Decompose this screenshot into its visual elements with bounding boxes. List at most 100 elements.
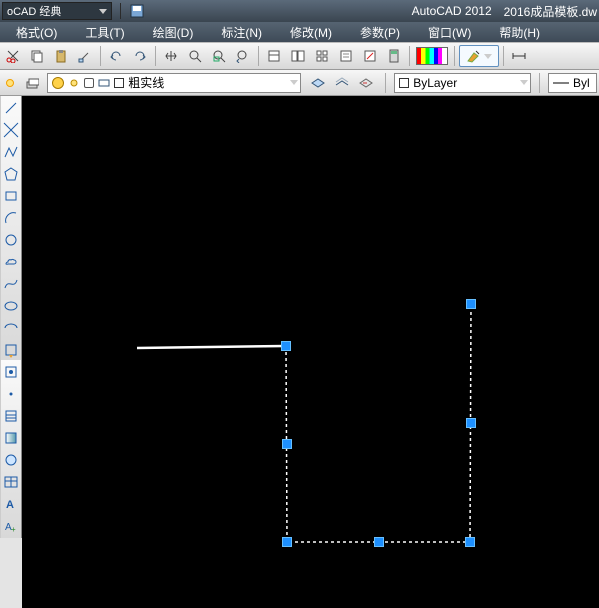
spline-icon[interactable] [1,274,21,294]
pan-icon[interactable] [160,45,182,67]
properties-bar: 粗实线 ByLayer Byl [0,70,599,96]
measure-icon[interactable] [508,45,530,67]
menu-parametric[interactable]: 参数(P) [348,24,412,41]
grip-handle[interactable] [281,341,291,351]
tool-palettes-icon[interactable] [311,45,333,67]
toolbar-separator [409,46,410,66]
layer-name: 粗实线 [128,74,164,91]
zoom-window-icon[interactable] [208,45,230,67]
undo-icon[interactable] [105,45,127,67]
svg-text:+: + [11,525,16,534]
markup-icon[interactable] [359,45,381,67]
draw-toolbar [0,96,22,362]
workspace-label: oCAD 经典 [7,3,61,19]
menu-draw[interactable]: 绘图(D) [141,24,206,41]
make-block-icon[interactable] [1,362,21,382]
match-icon[interactable] [74,45,96,67]
layer-combo-icon[interactable] [24,74,42,92]
arc-icon[interactable] [1,208,21,228]
insert-block-icon[interactable] [1,340,21,360]
sun-icon[interactable] [2,75,18,91]
grip-handle[interactable] [282,439,292,449]
title-bar: oCAD 经典 AutoCAD 2012 2016成品模板.dw [0,0,599,22]
grip-handle[interactable] [466,299,476,309]
layer-tool-icons [307,73,377,93]
lineweight-name: Byl [573,76,590,90]
lineweight-icon [553,78,569,88]
properties-icon[interactable] [263,45,285,67]
lock-icon [84,78,94,88]
bulb-icon [52,77,64,89]
standard-toolbar [0,42,599,70]
zoom-previous-icon[interactable] [232,45,254,67]
menu-help[interactable]: 帮助(H) [487,24,552,41]
grip-handle[interactable] [374,537,384,547]
sun-small-icon [68,77,80,89]
menu-tools[interactable]: 工具(T) [73,24,136,41]
rectangle-icon[interactable] [1,186,21,206]
toolbar-separator [100,46,101,66]
svg-text:A: A [6,499,14,511]
layer-dropdown[interactable]: 粗实线 [47,73,301,93]
gradient-icon[interactable] [1,428,21,448]
drawing-canvas[interactable] [22,96,599,608]
file-name: 2016成品模板.dw [504,3,597,20]
table-icon[interactable] [1,472,21,492]
divider [385,73,386,93]
grip-handle[interactable] [282,537,292,547]
construction-line-icon[interactable] [1,120,21,140]
point-icon[interactable] [1,384,21,404]
hatch-icon[interactable] [1,406,21,426]
mtext-icon[interactable]: A [1,494,21,514]
polyline-icon[interactable] [1,142,21,162]
menu-window[interactable]: 窗口(W) [416,24,483,41]
polygon-icon[interactable] [1,164,21,184]
chevron-down-icon [99,9,107,14]
chevron-down-icon [520,80,528,85]
menu-bar[interactable]: 格式(O) 工具(T) 绘图(D) 标注(N) 修改(M) 参数(P) 窗口(W… [0,22,599,42]
zoom-realtime-icon[interactable] [184,45,206,67]
ellipse-arc-icon[interactable] [1,318,21,338]
ellipse-icon[interactable] [1,296,21,316]
color-square-icon [114,78,124,88]
toolbar-separator [155,46,156,66]
lineweight-dropdown[interactable]: Byl [548,73,597,93]
addselected-icon[interactable]: A+ [1,516,21,536]
app-name: AutoCAD 2012 [412,4,492,18]
workspace-selector[interactable]: oCAD 经典 [2,2,112,20]
circle-icon[interactable] [1,230,21,250]
divider [539,73,540,93]
menu-dimension[interactable]: 标注(N) [209,24,274,41]
chevron-down-icon [484,54,492,59]
save-icon[interactable] [129,3,145,19]
calculator-icon[interactable] [383,45,405,67]
layer-states-icon[interactable] [307,73,329,93]
grip-handle[interactable] [465,537,475,547]
layer-iso-icon[interactable] [331,73,353,93]
cut-icon[interactable] [2,45,24,67]
line-icon[interactable] [1,98,21,118]
toolbar-separator [503,46,504,66]
paint-dropdown[interactable] [459,45,499,67]
paste-icon[interactable] [50,45,72,67]
sheet-set-icon[interactable] [335,45,357,67]
divider [120,3,121,19]
menu-format[interactable]: 格式(O) [4,24,69,41]
linetype-dropdown[interactable]: ByLayer [394,73,531,93]
layer-prev-icon[interactable] [355,73,377,93]
chevron-down-icon [290,80,298,85]
design-center-icon[interactable] [287,45,309,67]
drawing-svg [22,96,599,608]
revcloud-icon[interactable] [1,252,21,272]
copy-icon[interactable] [26,45,48,67]
toolbar-separator [454,46,455,66]
grip-handle[interactable] [466,418,476,428]
region-icon[interactable] [1,450,21,470]
draw-toolbar-2: A A+ [0,360,22,538]
linetype-name: ByLayer [413,76,457,90]
menu-modify[interactable]: 修改(M) [278,24,344,41]
color-square-icon [399,78,409,88]
color-swatch[interactable] [416,47,448,65]
redo-icon[interactable] [129,45,151,67]
plot-icon [98,77,110,89]
